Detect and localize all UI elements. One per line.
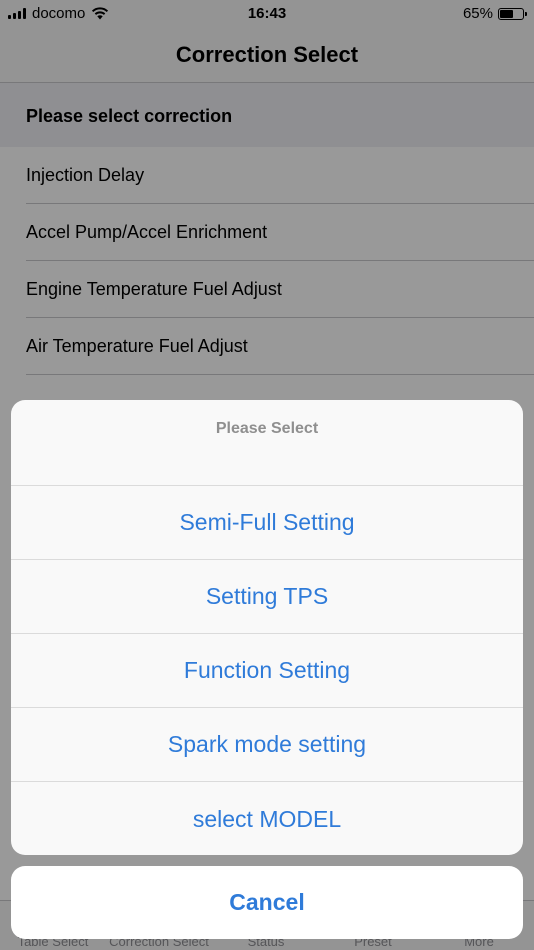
action-sheet: Please Select Semi-Full Setting Setting … (11, 400, 523, 855)
action-sheet-header: Please Select (11, 400, 523, 486)
function-setting-button[interactable]: Function Setting (11, 634, 523, 708)
action-sheet-title: Please Select (215, 420, 319, 437)
spark-mode-setting-button[interactable]: Spark mode setting (11, 708, 523, 782)
setting-tps-button[interactable]: Setting TPS (11, 560, 523, 634)
semi-full-setting-button[interactable]: Semi-Full Setting (11, 486, 523, 560)
select-model-button[interactable]: select MODEL (11, 782, 523, 855)
cancel-button[interactable]: Cancel (11, 866, 523, 939)
